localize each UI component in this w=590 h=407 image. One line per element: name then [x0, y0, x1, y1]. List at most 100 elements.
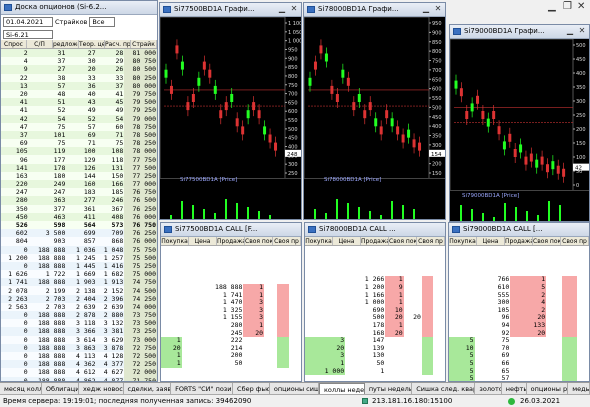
column-header[interactable]: Продажа: [217, 237, 245, 245]
close-icon[interactable]: ✕: [433, 4, 443, 14]
table-row[interactable]: 163 180 144 150 77 250: [1, 171, 157, 180]
table-row[interactable]: 96 177 129 118 77 750: [1, 155, 157, 164]
column-header[interactable]: Покупка: [161, 237, 189, 245]
strikes-select[interactable]: Все: [89, 17, 116, 27]
ask-row[interactable]: 105 2: [449, 306, 577, 315]
tab[interactable]: золото: [475, 383, 502, 394]
column-header[interactable]: Продажа: [505, 237, 533, 245]
table-row[interactable]: 804 903 857 868 76 000: [1, 237, 157, 246]
table-row[interactable]: 2 31 27 28 81 000: [1, 49, 157, 58]
table-row[interactable]: 42 54 52 54 79 000: [1, 114, 157, 123]
column-header[interactable]: Цена: [477, 237, 505, 245]
tab[interactable]: опционы сишка: [270, 383, 319, 394]
ask-row[interactable]: 300 4: [449, 299, 577, 307]
close-icon[interactable]: ✕: [577, 2, 585, 12]
column-header[interactable]: Теор. цена: [79, 40, 105, 48]
tab[interactable]: сделки, заявки: [124, 383, 172, 394]
date-field[interactable]: 01.04.2021: [3, 17, 53, 27]
bid-row[interactable]: 5 69: [449, 352, 577, 360]
bid-row[interactable]: 10 70: [449, 344, 577, 353]
close-icon[interactable]: ✕: [577, 26, 587, 36]
ask-row[interactable]: 555 2: [449, 291, 577, 300]
table-row[interactable]: 0 188 888 1 036 1 048 75 750: [1, 245, 157, 254]
tab[interactable]: нефть: [502, 383, 527, 394]
minimize-icon[interactable]: ▁: [565, 26, 575, 36]
ask-row[interactable]: 766 1: [449, 276, 577, 284]
table-row[interactable]: 1 741 188 888 1 903 1 913 74 750: [1, 278, 157, 287]
instrument-select[interactable]: Si-6.21: [3, 30, 53, 39]
table-row[interactable]: 4 37 30 29 80 750: [1, 57, 157, 66]
bid-row[interactable]: 1 50: [161, 359, 289, 368]
table-row[interactable]: 0 188 888 3 863 3 878 72 750: [1, 343, 157, 352]
minimize-icon[interactable]: ▁: [548, 2, 556, 12]
column-header[interactable]: Своя пр: [561, 237, 589, 245]
ask-row[interactable]: 500 20 20: [305, 314, 433, 322]
ask-row[interactable]: 1 000 1: [305, 299, 433, 307]
bid-row[interactable]: 5 66: [449, 359, 577, 368]
close-icon[interactable]: ✕: [289, 4, 299, 14]
tab[interactable]: Сбер фьюч: [233, 383, 270, 394]
chart-titlebar[interactable]: Si78000BD1A Графи... ▁ ✕: [304, 3, 445, 17]
tab[interactable]: медь: [568, 383, 590, 394]
column-header[interactable]: Продажа: [361, 237, 389, 245]
column-header[interactable]: Своя пр: [417, 237, 445, 245]
column-header[interactable]: Покупка: [305, 237, 333, 245]
ask-row[interactable]: 610 5: [449, 283, 577, 292]
table-row[interactable]: 0 188 888 3 118 3 132 73 500: [1, 319, 157, 328]
column-header[interactable]: Спрос: [1, 40, 27, 48]
tab[interactable]: путы неделька: [365, 383, 413, 394]
bid-row[interactable]: 20 139: [305, 344, 433, 353]
minimize-icon[interactable]: ▁: [421, 4, 431, 14]
column-header[interactable]: Своя пок: [389, 237, 417, 245]
bid-row[interactable]: 1 000 1: [305, 367, 433, 376]
table-row[interactable]: 526 598 564 573 76 750: [1, 220, 157, 230]
tab[interactable]: Облигации: [42, 383, 79, 394]
price-chart[interactable]: 950 900 850 800 750 700 650 600 550 500 450 400 350 3…: [304, 17, 446, 179]
table-row[interactable]: 602 3 500 699 709 76 250: [1, 229, 157, 238]
column-header[interactable]: редложе: [53, 40, 79, 48]
bid-row[interactable]: 5 65: [449, 367, 577, 376]
table-row[interactable]: 0 188 888 1 445 1 416 75 250: [1, 261, 157, 271]
table-row[interactable]: 0 188 888 3 614 3 629 73 000: [1, 335, 157, 344]
table-row[interactable]: 450 463 411 408 76 000: [1, 212, 157, 221]
table-row[interactable]: 0 188 888 4 362 4 377 72 250: [1, 360, 157, 369]
quote-titlebar[interactable]: Si79000BD1A CALL [...: [449, 223, 589, 237]
quote-titlebar[interactable]: Si78000BD1A CALL ...: [305, 223, 445, 237]
table-row[interactable]: 1 626 1 722 1 669 1 682 75 000: [1, 270, 157, 279]
table-row[interactable]: 141 178 126 131 77 500: [1, 163, 157, 172]
tab[interactable]: коллы неделя: [318, 383, 365, 394]
bid-row[interactable]: 3 130: [305, 352, 433, 360]
table-row[interactable]: 13 57 36 37 80 000: [1, 81, 157, 90]
chart-titlebar[interactable]: Si77500BD1A Графи... ▁ ✕: [160, 3, 301, 17]
column-header[interactable]: Своя пок: [245, 237, 273, 245]
column-header[interactable]: Своя пр: [273, 237, 301, 245]
table-row[interactable]: 22 38 33 33 80 250: [1, 73, 157, 82]
bid-row[interactable]: 3 147: [305, 337, 433, 345]
chart-titlebar[interactable]: Si79000BD1A Графи... ▁ ✕: [450, 25, 589, 39]
column-header[interactable]: Покупка: [449, 237, 477, 245]
table-row[interactable]: 41 51 43 45 79 500: [1, 98, 157, 107]
column-header[interactable]: Страйк: [131, 40, 157, 48]
table-row[interactable]: 9 27 20 26 80 500: [1, 65, 157, 74]
price-chart[interactable]: 1 100 1 050 1 000 950 900 850 800 750 700 650 600 5…: [160, 17, 302, 179]
ask-row[interactable]: 94 133: [449, 321, 577, 330]
table-row[interactable]: 41 52 49 49 79 250: [1, 106, 157, 115]
table-row[interactable]: 0 188 888 4 113 4 128 72 500: [1, 351, 157, 361]
table-row[interactable]: 0 188 888 3 366 3 381 73 250: [1, 327, 157, 336]
option-board-titlebar[interactable]: Доска опционов (Si-6.2...: [1, 1, 157, 15]
ask-row[interactable]: 96 20: [449, 314, 577, 322]
table-row[interactable]: 2 563 2 703 2 639 2 639 74 000: [1, 302, 157, 311]
tab[interactable]: опционы ртс: [527, 383, 569, 394]
column-header[interactable]: С/П: [27, 40, 53, 48]
table-row[interactable]: 2 078 2 199 2 138 2 152 74 500: [1, 286, 157, 295]
table-row[interactable]: 69 75 71 75 78 250: [1, 139, 157, 148]
table-row[interactable]: 1 200 188 888 1 245 1 257 75 500: [1, 253, 157, 262]
table-row[interactable]: 0 188 888 4 612 4 627 72 000: [1, 368, 157, 377]
tab[interactable]: FORTS "СИ" позици...: [171, 383, 234, 394]
ask-row[interactable]: 92 20: [449, 329, 577, 338]
restore-icon[interactable]: ❐: [563, 2, 572, 12]
ask-row[interactable]: 178 1: [305, 321, 433, 330]
table-row[interactable]: 0 188 888 2 878 2 880 73 750: [1, 311, 157, 320]
column-header[interactable]: Цена: [333, 237, 361, 245]
ask-row[interactable]: 280 1: [161, 321, 289, 330]
